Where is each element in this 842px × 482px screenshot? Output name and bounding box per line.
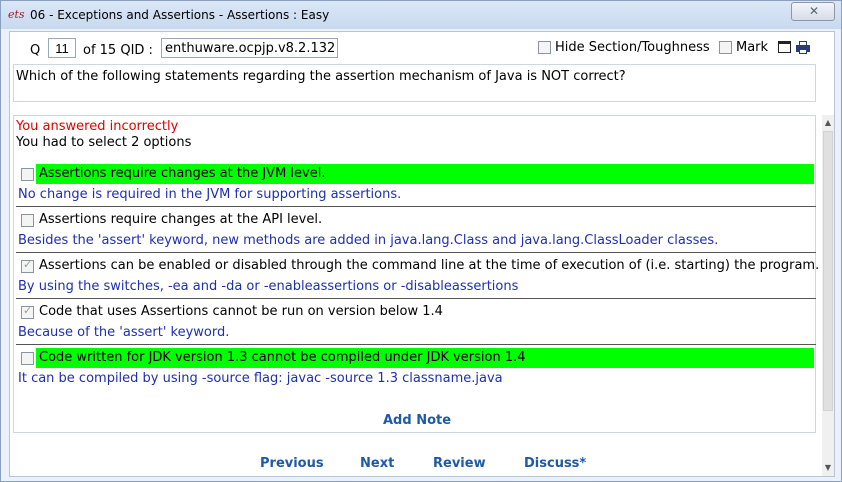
option-text: Assertions can be enabled or disabled th… (39, 258, 820, 273)
option-item: Assertions can be enabled or disabled th… (16, 252, 820, 298)
discuss-button[interactable]: Discuss* (524, 456, 586, 471)
close-button[interactable]: ✕ (791, 2, 835, 21)
question-number-input[interactable] (48, 38, 76, 58)
select-hint: You had to select 2 options (16, 135, 192, 150)
title-bar: ets 06 - Exceptions and Assertions - Ass… (1, 1, 841, 29)
review-button[interactable]: Review (433, 456, 486, 471)
option-text: Code that uses Assertions cannot be run … (39, 304, 443, 319)
window-icon[interactable] (778, 41, 791, 53)
option-divider (16, 298, 816, 299)
option-text: Assertions require changes at the JVM le… (36, 164, 814, 184)
option-checkbox[interactable] (21, 168, 34, 181)
option-divider (16, 206, 816, 207)
option-divider (16, 252, 816, 253)
close-icon: ✕ (809, 4, 820, 18)
option-checkbox[interactable] (21, 258, 34, 273)
scroll-thumb[interactable] (823, 131, 833, 411)
option-explanation: It can be compiled by using -source flag… (18, 371, 503, 386)
mark-label: Mark (736, 40, 769, 55)
app-window: ets 06 - Exceptions and Assertions - Ass… (0, 0, 842, 482)
question-label: Q (30, 43, 41, 58)
scroll-up-icon[interactable]: ▲ (822, 117, 834, 129)
option-checkbox[interactable] (21, 352, 34, 365)
add-note-link[interactable]: Add Note (383, 413, 451, 428)
question-text: Which of the following statements regard… (16, 69, 626, 84)
question-total-label: of 15 QID : (83, 43, 153, 58)
option-item: Code that uses Assertions cannot be run … (16, 298, 816, 344)
option-checkbox[interactable] (21, 214, 34, 227)
option-explanation: By using the switches, -ea and -da or -e… (18, 279, 519, 294)
option-text: Code written for JDK version 1.3 cannot … (36, 348, 814, 368)
next-button[interactable]: Next (360, 456, 394, 471)
option-divider (16, 344, 816, 345)
question-text-box: Which of the following statements regard… (13, 64, 816, 102)
option-explanation: Because of the 'assert' keyword. (18, 325, 230, 340)
previous-button[interactable]: Previous (260, 456, 324, 471)
option-explanation: Besides the 'assert' keyword, new method… (18, 233, 719, 248)
main-panel: Q of 15 QID : Hide Section/Toughness Mar… (9, 31, 835, 477)
option-checkbox[interactable] (21, 304, 34, 319)
option-item: Code written for JDK version 1.3 cannot … (16, 344, 816, 390)
vertical-scrollbar[interactable]: ▲ ▼ (822, 115, 834, 476)
answer-panel: You answered incorrectly You had to sele… (13, 115, 820, 433)
app-logo: ets (8, 8, 25, 21)
option-text: Assertions require changes at the API le… (39, 212, 323, 227)
option-item: Assertions require changes at the API le… (16, 206, 816, 252)
option-explanation: No change is required in the JVM for sup… (18, 187, 402, 202)
hide-section-checkbox[interactable] (538, 41, 551, 54)
option-item: Assertions require changes at the JVM le… (16, 160, 816, 206)
scroll-down-icon[interactable]: ▼ (822, 462, 834, 474)
hide-section-label: Hide Section/Toughness (555, 40, 710, 55)
qid-field[interactable] (161, 38, 338, 58)
mark-checkbox[interactable] (719, 41, 732, 54)
result-message: You answered incorrectly (16, 119, 179, 134)
printer-icon[interactable] (796, 41, 810, 54)
window-title: 06 - Exceptions and Assertions - Asserti… (30, 8, 330, 22)
